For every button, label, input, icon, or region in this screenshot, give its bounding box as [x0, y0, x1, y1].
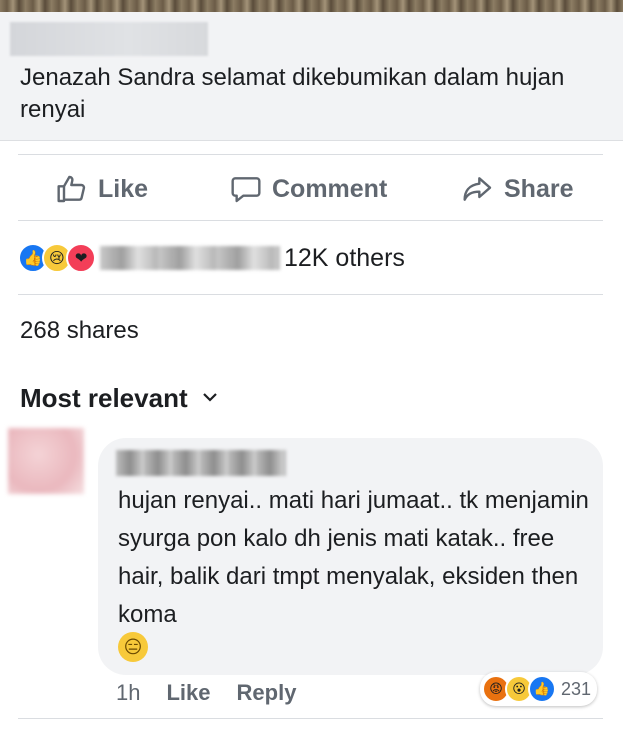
love-icon: ❤ — [66, 243, 96, 273]
expressionless-emoji: 😑 — [118, 632, 148, 662]
link-headline[interactable]: Jenazah Sandra selamat dikebumikan dalam… — [20, 62, 590, 126]
comment-bubble: hujan renyai.. mati hari jumaat.. tk men… — [98, 438, 603, 675]
commenter-avatar[interactable] — [8, 428, 84, 494]
comment-bubble-icon — [231, 177, 261, 203]
comment-text: hujan renyai.. mati hari jumaat.. tk men… — [118, 487, 589, 628]
blurred-reactor-names — [100, 246, 280, 270]
reactions-others-label: 12K others — [284, 243, 405, 272]
divider — [18, 294, 603, 295]
comment-reactions[interactable]: 😡 😮 👍 231 — [480, 672, 598, 706]
blurred-commenter-name[interactable] — [116, 450, 286, 476]
like-button-label: Like — [98, 174, 149, 203]
comment-sort-dropdown[interactable]: Most relevant — [20, 383, 218, 414]
divider — [18, 718, 603, 719]
divider — [18, 154, 603, 155]
divider — [18, 220, 603, 221]
comment-button[interactable]: Comment — [230, 158, 387, 220]
reactions-summary[interactable]: 👍 😢 ❤ 12K others — [18, 238, 518, 278]
post-image-strip[interactable] — [0, 0, 623, 12]
thumbs-up-icon — [57, 175, 86, 203]
comment-like-button[interactable]: Like — [166, 680, 210, 706]
link-preview-card[interactable]: Jenazah Sandra selamat dikebumikan dalam… — [0, 12, 623, 141]
post-actions-bar: Like Comment Share — [0, 158, 623, 220]
sort-label: Most relevant — [20, 383, 188, 413]
blurred-source-domain — [10, 22, 208, 56]
chevron-down-icon — [202, 390, 218, 408]
comment-reaction-count: 231 — [561, 678, 592, 699]
comment-meta: 1h Like Reply — [116, 680, 296, 706]
shares-count[interactable]: 268 shares — [20, 317, 139, 345]
share-arrow-icon — [463, 177, 492, 201]
share-button[interactable]: Share — [462, 158, 573, 220]
comment-reply-button[interactable]: Reply — [237, 680, 297, 706]
comment-button-label: Comment — [272, 174, 388, 203]
share-button-label: Share — [504, 174, 574, 203]
comment-timestamp[interactable]: 1h — [116, 680, 140, 706]
like-button[interactable]: Like — [56, 158, 148, 220]
like-icon: 👍 — [528, 675, 556, 703]
